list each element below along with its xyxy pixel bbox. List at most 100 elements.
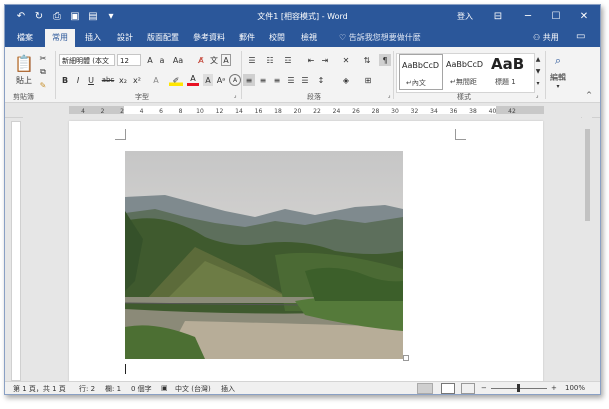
numbering-icon[interactable]: ☷ [263, 54, 277, 66]
image-resize-handle[interactable] [403, 355, 409, 361]
change-case-icon[interactable]: Aa [171, 54, 185, 66]
tab-insert[interactable]: 插入 [85, 32, 101, 43]
font-size-combo[interactable]: 12 [117, 54, 141, 66]
insert-mode[interactable]: 插入 [221, 384, 235, 394]
align-right-icon[interactable]: ≡ [271, 74, 283, 86]
styles-more-icon[interactable]: ▾ [534, 78, 542, 88]
tab-references[interactable]: 參考資料 [193, 32, 225, 43]
enclose-char-button[interactable]: Aᵃ [215, 74, 227, 86]
style-no-spacing[interactable]: AaBbCcD ↵無間距 [444, 54, 488, 90]
maximize-icon[interactable]: ☐ [543, 7, 569, 25]
tell-me-box[interactable]: ♡ 告訴我您想要做什麼 [339, 32, 421, 43]
comments-icon[interactable]: ▭ [576, 31, 585, 42]
document-page[interactable] [69, 121, 543, 381]
zoom-slider-thumb[interactable] [517, 384, 520, 392]
horizontal-ruler[interactable]: 4 2 2 4 6 8 10 12 14 16 18 20 22 24 26 28 30 32 34 36 38 40 42 [5, 103, 600, 118]
char-border-icon[interactable]: A [221, 54, 231, 66]
styles-scroll-up-icon[interactable]: ▲ [534, 54, 542, 64]
tab-layout[interactable]: 版面配置 [147, 32, 179, 43]
tab-review[interactable]: 校閱 [269, 32, 285, 43]
borders-icon[interactable]: ⊞ [361, 74, 375, 86]
tab-view[interactable]: 檢視 [301, 32, 317, 43]
tab-design[interactable]: 設計 [117, 32, 133, 43]
superscript-button[interactable]: x² [131, 74, 143, 86]
page-count[interactable]: 第 1 頁，共 1 頁 [13, 384, 66, 394]
phonetic-guide-icon[interactable]: 文 [209, 54, 219, 66]
format-painter-icon[interactable]: ✎ [37, 80, 49, 90]
document-area[interactable] [23, 117, 581, 381]
show-marks-icon[interactable]: ¶ [379, 54, 391, 66]
tab-file[interactable]: 檔案 [17, 32, 33, 43]
chinese-layout-icon[interactable]: ✕ [339, 54, 353, 66]
login-link[interactable]: 登入 [457, 11, 473, 22]
paragraph-dialog-launcher-icon[interactable]: ⌟ [385, 91, 393, 99]
increase-indent-icon[interactable]: ⇥ [319, 54, 331, 66]
styles-scroll-down-icon[interactable]: ▼ [534, 66, 542, 76]
zoom-out-icon[interactable]: − [481, 384, 487, 392]
clear-formatting-icon[interactable]: A̸ [195, 54, 207, 66]
sort-icon[interactable]: ⇅ [361, 54, 373, 66]
bold-button[interactable]: B [60, 74, 70, 86]
subscript-button[interactable]: x₂ [117, 74, 129, 86]
word-count[interactable]: 0 個字 [131, 384, 152, 394]
style-normal[interactable]: AaBbCcD ↵內文 [399, 54, 443, 90]
paste-label[interactable]: 貼上 [15, 75, 33, 85]
styles-dialog-launcher-icon[interactable]: ⌟ [533, 91, 541, 99]
text-effects-button[interactable]: A [151, 74, 161, 86]
distributed-icon[interactable]: ☰ [299, 74, 311, 86]
align-center-icon[interactable]: ≡ [257, 74, 269, 86]
decrease-indent-icon[interactable]: ⇤ [305, 54, 317, 66]
enclose-char-icon[interactable]: A [229, 74, 241, 86]
styles-group-label: 樣式 [457, 93, 471, 101]
strikethrough-button[interactable]: abc [101, 74, 115, 86]
web-layout-icon[interactable] [461, 383, 475, 394]
tab-home[interactable]: 常用 [45, 29, 75, 47]
tab-mailings[interactable]: 郵件 [239, 32, 255, 43]
minimize-icon[interactable]: ─ [515, 7, 541, 25]
font-color-button[interactable]: A [187, 74, 199, 86]
paste-icon[interactable]: 📋 [14, 53, 34, 73]
close-icon[interactable]: ✕ [571, 7, 597, 25]
vertical-ruler[interactable] [11, 121, 21, 381]
search-icon[interactable]: ⌕ [550, 53, 566, 69]
language[interactable]: 中文 (台灣) [175, 384, 211, 394]
line-spacing-icon[interactable]: ↕ [315, 74, 327, 86]
proofing-icon[interactable]: ▣ [161, 384, 168, 392]
title-bar: ↶ ↻ ⎙ ▣ ▤ ▾ 文件1 [相容模式] - Word 登入 ⊟ ─ ☐ ✕ [5, 5, 600, 27]
ruler-number: 16 [255, 108, 263, 115]
editing-label[interactable]: 編輯 [545, 72, 571, 82]
separator [393, 51, 394, 99]
grow-font-icon[interactable]: A [145, 54, 155, 66]
ruler-number: 4 [81, 108, 85, 115]
underline-button[interactable]: U [86, 74, 96, 86]
chevron-down-icon[interactable]: ▾ [553, 82, 563, 90]
print-layout-icon[interactable] [441, 383, 455, 394]
zoom-level[interactable]: 100% [565, 384, 585, 392]
align-left-icon[interactable]: ≡ [243, 74, 255, 86]
ruler-number: 4 [140, 108, 144, 115]
cut-icon[interactable]: ✂ [37, 53, 49, 63]
lightbulb-icon: ♡ [339, 33, 349, 42]
italic-button[interactable]: I [73, 74, 83, 86]
collapse-ribbon-icon[interactable]: ^ [585, 91, 593, 99]
highlight-color-icon[interactable]: ✐ [169, 74, 183, 86]
font-group-label: 字型 [135, 93, 149, 101]
shading-icon[interactable]: ◈ [339, 74, 353, 86]
read-mode-icon[interactable] [417, 383, 433, 394]
bullets-icon[interactable]: ☰ [245, 54, 259, 66]
scrollbar-thumb[interactable] [585, 129, 590, 221]
font-name-combo[interactable]: 新細明體 (本文 [59, 54, 115, 66]
style-heading-1[interactable]: AaB 標題 1 [489, 54, 533, 90]
landscape-photo[interactable] [125, 151, 403, 359]
shrink-font-icon[interactable]: a [157, 54, 167, 66]
justify-icon[interactable]: ☰ [285, 74, 297, 86]
ribbon-display-icon[interactable]: ⊟ [485, 7, 511, 25]
copy-icon[interactable]: ⧉ [37, 67, 49, 77]
zoom-in-icon[interactable]: + [551, 384, 557, 392]
styles-gallery: AaBbCcD ↵內文 AaBbCcD ↵無間距 AaB 標題 1 [396, 53, 535, 93]
share-button[interactable]: ⚇ 共用 [533, 32, 559, 43]
multilevel-list-icon[interactable]: ☲ [281, 54, 295, 66]
tell-me-text: 告訴我您想要做什麼 [348, 33, 421, 42]
char-shading-button[interactable]: A [203, 74, 213, 86]
font-dialog-launcher-icon[interactable]: ⌟ [231, 91, 239, 99]
